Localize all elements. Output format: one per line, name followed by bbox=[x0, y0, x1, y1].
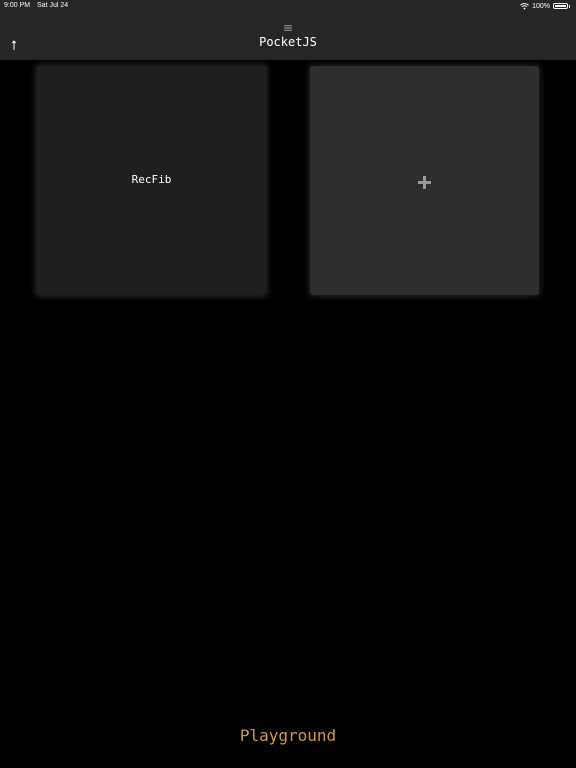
status-date: Sat Jul 24 bbox=[37, 2, 69, 9]
project-card-recfib[interactable]: RecFib bbox=[37, 66, 266, 295]
battery-icon bbox=[553, 3, 568, 9]
battery-tip bbox=[569, 4, 570, 8]
playground-tab[interactable]: Playground bbox=[0, 726, 576, 745]
add-project-button[interactable] bbox=[310, 66, 539, 295]
screen: 9:00 PM Sat Jul 24 100% PocketJS RecFib … bbox=[0, 0, 576, 768]
status-indicators: 100% bbox=[520, 1, 570, 11]
window-grabber-icon[interactable] bbox=[284, 18, 292, 31]
battery-percent: 100% bbox=[532, 2, 550, 10]
wifi-icon bbox=[520, 0, 529, 15]
page-title: PocketJS bbox=[259, 35, 317, 49]
battery-fill bbox=[555, 5, 566, 7]
plus-icon bbox=[418, 176, 431, 189]
status-time: 9:00 PM bbox=[4, 2, 31, 9]
project-card-label: RecFib bbox=[131, 173, 172, 186]
top-bar: 9:00 PM Sat Jul 24 100% PocketJS bbox=[0, 0, 576, 60]
